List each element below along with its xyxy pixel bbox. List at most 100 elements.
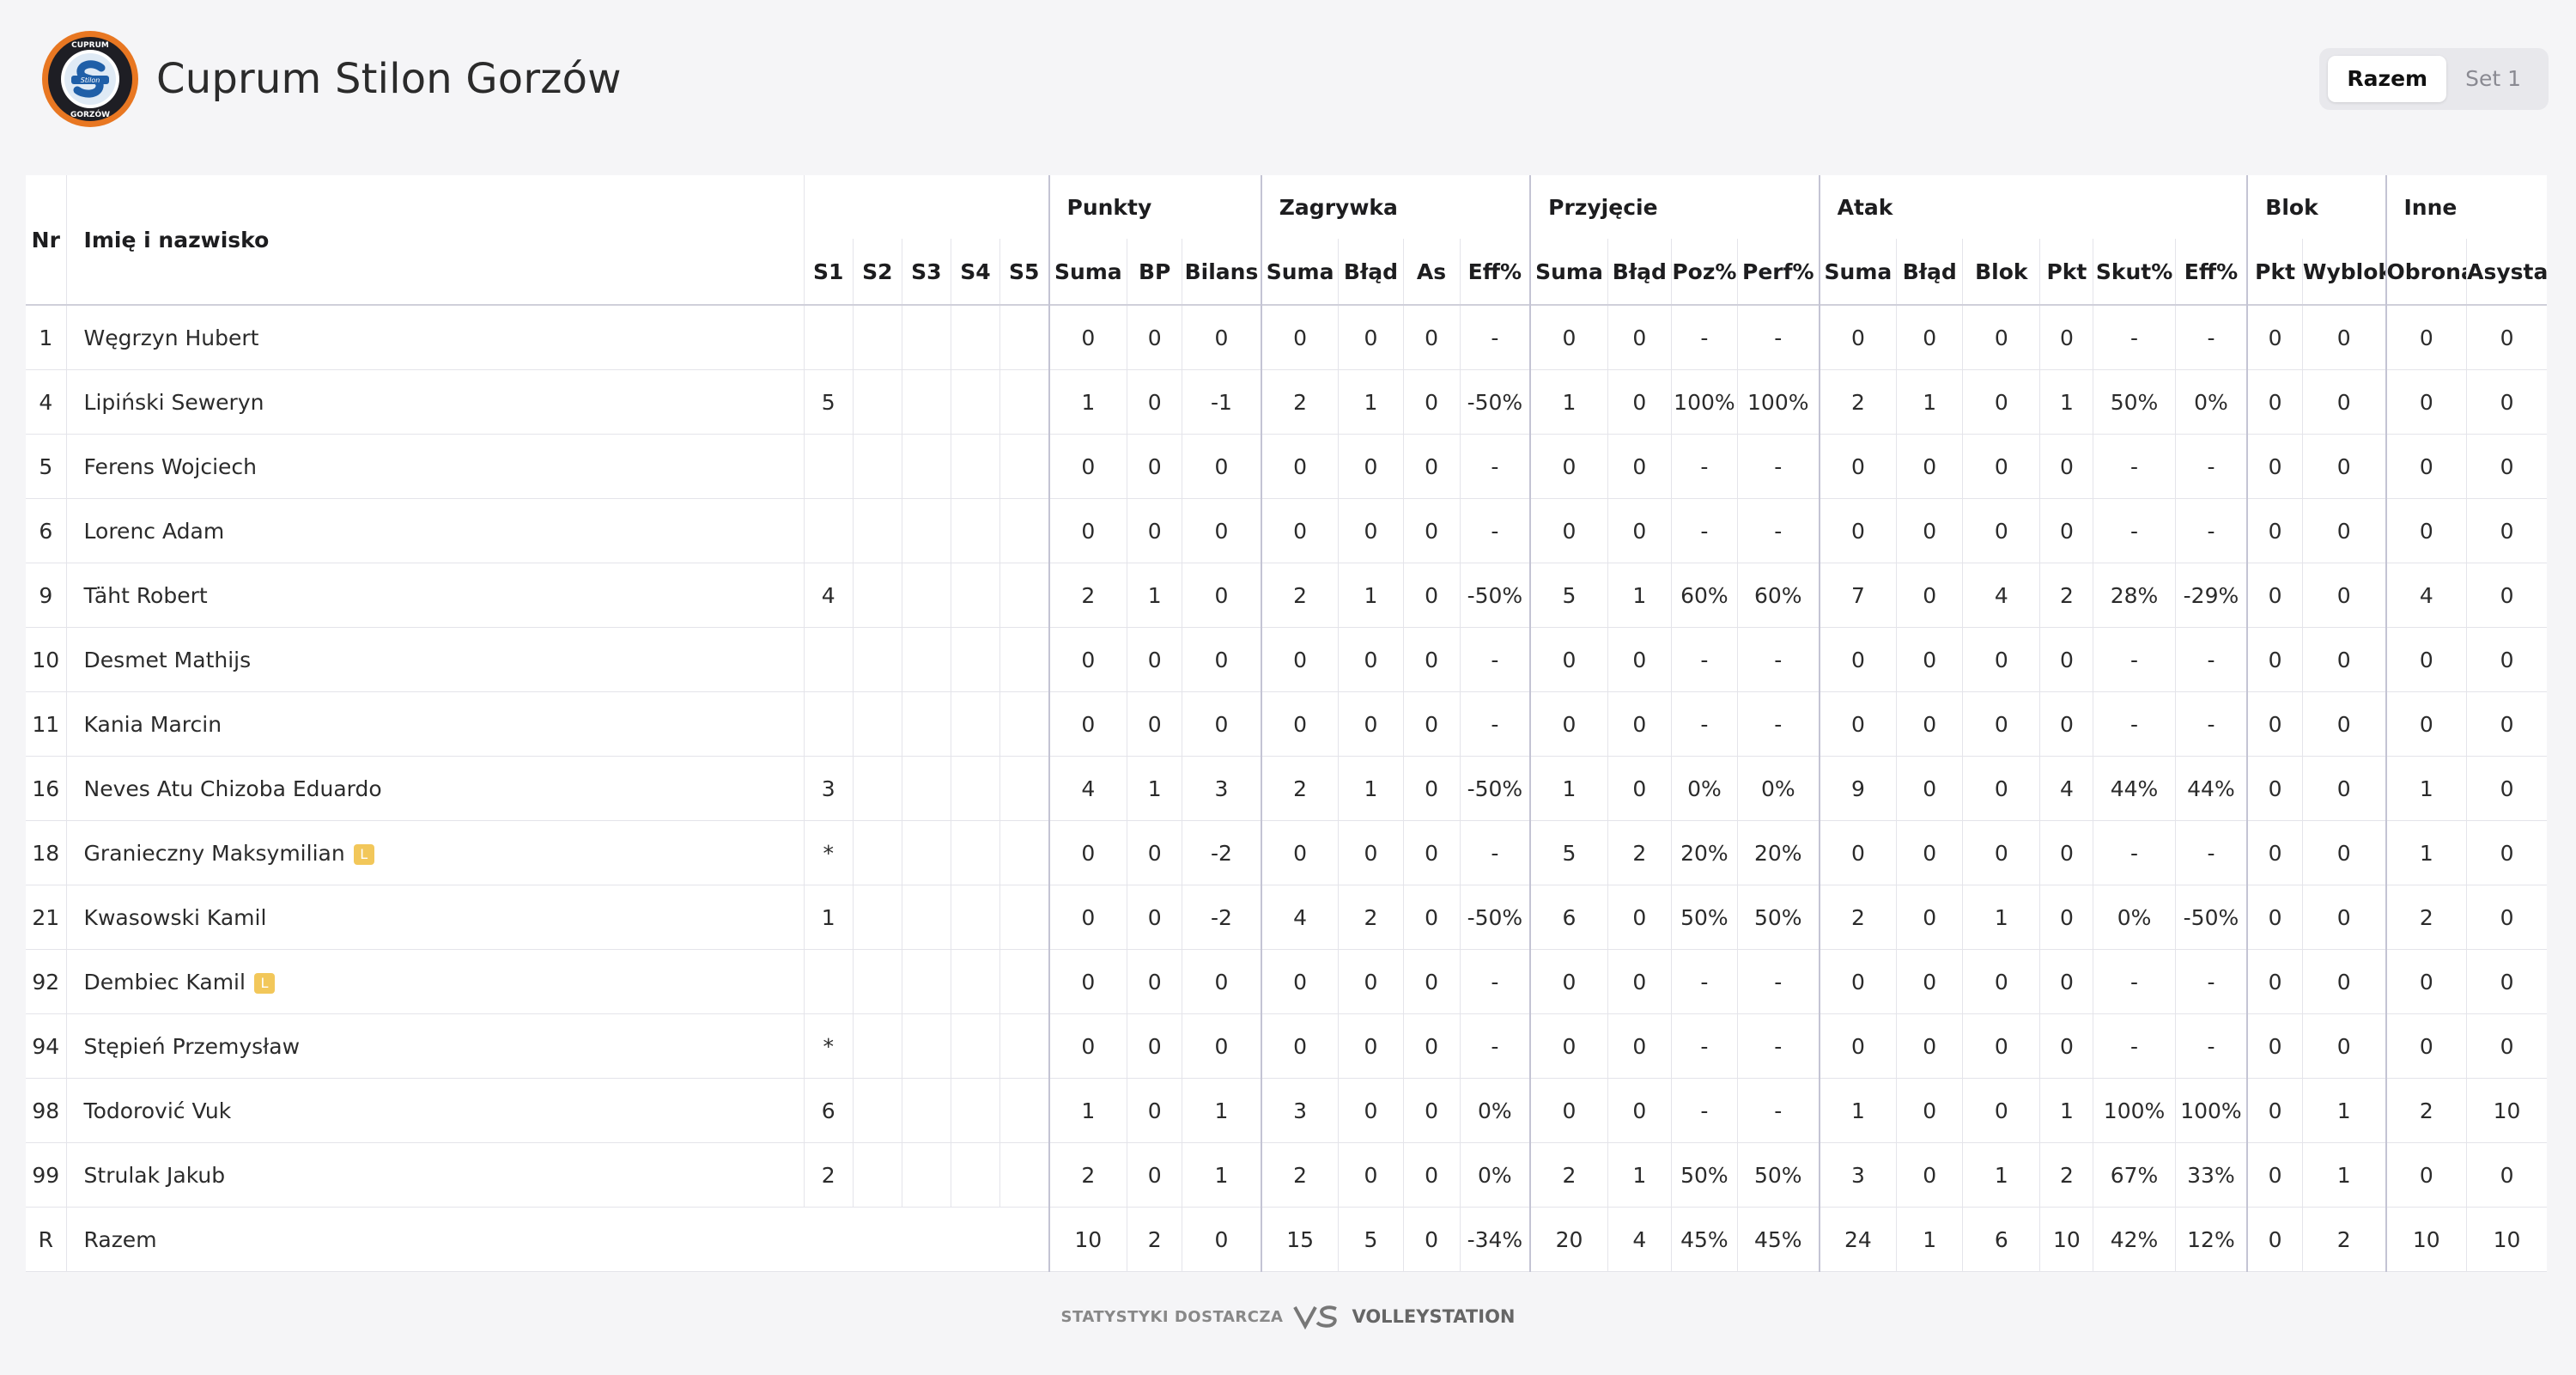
stat-cell: -: [2093, 627, 2176, 692]
stat-cell: -: [1670, 304, 1738, 370]
stat-cell: [999, 756, 1049, 821]
stat-cell: 0: [1127, 1013, 1182, 1079]
stat-cell: 0: [1048, 691, 1127, 757]
stat-cell: 0: [1048, 627, 1127, 692]
player-name: Ferens Wojciech: [83, 453, 258, 479]
stat-cell: 0: [1048, 949, 1127, 1014]
stat-cell: 1: [1127, 756, 1182, 821]
col-header: Błąd: [1338, 239, 1403, 305]
stat-cell: 0: [2301, 627, 2386, 692]
col-header: Błąd: [1607, 239, 1672, 305]
team-header: Stilon CUPRUM GORZÓW Cuprum Stilon Gorzó…: [41, 26, 622, 132]
stat-cell: 0: [1402, 434, 1461, 499]
player-number: 16: [26, 756, 67, 821]
stat-cell: -: [2174, 691, 2248, 757]
stat-cell: [901, 1013, 951, 1079]
stat-cell: 0: [1402, 627, 1461, 692]
stat-cell: [901, 304, 951, 370]
stat-cell: 0: [2385, 627, 2467, 692]
stat-cell: -: [1459, 949, 1531, 1014]
stat-cell: 0: [1402, 691, 1461, 757]
stat-cell: 67%: [2093, 1142, 2176, 1208]
stat-cell: -: [1736, 498, 1820, 563]
stat-cell: 0: [1260, 434, 1339, 499]
tab-set-1[interactable]: Set 1: [2446, 56, 2540, 102]
stat-cell: 0: [1818, 820, 1897, 885]
stat-cell: 0: [1962, 949, 2040, 1014]
stat-cell: -: [1736, 1078, 1820, 1143]
stat-cell: 0: [2301, 756, 2386, 821]
stat-cell: 0: [1127, 434, 1182, 499]
player-name: Neves Atu Chizoba Eduardo: [83, 776, 382, 801]
stat-cell: 0: [1896, 627, 1963, 692]
stat-cell: 1: [1962, 885, 2040, 950]
stat-cell: 1: [1182, 1078, 1261, 1143]
table-row: 9 Täht Robert 4 2 1 0 2 1 0 -50% 5 1 60% 60% 7 0 4 2 28% -2…: [26, 563, 2547, 628]
tab-razem[interactable]: Razem: [2328, 56, 2447, 102]
stat-cell: 5: [1529, 820, 1608, 885]
stat-cell: 2: [1607, 820, 1672, 885]
footer-provided-by: STATYSTYKI DOSTARCZA: [1060, 1307, 1284, 1326]
stat-cell: 0: [1338, 627, 1403, 692]
player-name-cell: Täht Robert: [65, 563, 805, 628]
stat-cell: 0: [2466, 304, 2547, 370]
stat-cell: 0: [1818, 949, 1897, 1014]
stat-cell: -: [1670, 691, 1738, 757]
total-cell: 15: [1260, 1207, 1339, 1272]
stat-cell: [901, 1142, 951, 1208]
stat-cell: 0: [2466, 369, 2547, 435]
stat-cell: 2: [1260, 563, 1339, 628]
stat-cell: 0: [1338, 434, 1403, 499]
total-cell: 10: [1048, 1207, 1127, 1272]
total-cell: 10: [2466, 1207, 2547, 1272]
col-header: Poz%: [1670, 239, 1738, 305]
table-row: 18 Granieczny Maksymilian L * 0 0 -2 0 0 0-5 2 20% 2…: [26, 820, 2547, 885]
team-logo: Stilon CUPRUM GORZÓW: [42, 31, 138, 127]
stat-cell: 0: [1127, 949, 1182, 1014]
col-header: Bilans: [1182, 239, 1261, 305]
stat-cell: 60%: [1736, 563, 1820, 628]
stat-cell: -: [1459, 820, 1531, 885]
col-header: Pkt: [2039, 239, 2093, 305]
col-header: Suma: [1260, 239, 1339, 305]
stat-cell: -: [1670, 949, 1738, 1014]
table-body: 1 Węgrzyn Hubert 0 0 0 0 0 0-0 0- -0 0 0 0- -0 0 0 0 4 Lip…: [26, 304, 2547, 1272]
stat-cell: [852, 498, 902, 563]
col-header: Suma: [1048, 239, 1127, 305]
player-name-cell: Ferens Wojciech: [65, 434, 805, 499]
stats-table: Nr Imię i nazwisko Punkty Zagrywka Przyj…: [26, 175, 2547, 1272]
stat-cell: 0: [1529, 627, 1608, 692]
stat-cell: 0: [1402, 820, 1461, 885]
stat-cell: 0: [1818, 1013, 1897, 1079]
stat-cell: [950, 1013, 1000, 1079]
stat-cell: 0: [1182, 304, 1261, 370]
player-name: Strulak Jakub: [83, 1162, 226, 1188]
table-row: 11 Kania Marcin 0 0 0 0 0 0-0 0- -0 0 0 0- -0 0 0 0: [26, 691, 2547, 757]
stat-cell: 0: [2246, 1013, 2303, 1079]
total-cell: 10: [2385, 1207, 2467, 1272]
stat-cell: 20%: [1736, 820, 1820, 885]
stat-cell: 0: [1896, 1142, 1963, 1208]
stat-cell: 0: [1529, 304, 1608, 370]
stat-cell: 0: [1896, 885, 1963, 950]
table-row: 6 Lorenc Adam 0 0 0 0 0 0-0 0- -0 0 0 0- -0 0 0 0: [26, 498, 2547, 563]
stat-cell: 0: [1048, 304, 1127, 370]
stat-cell: 0: [1182, 498, 1261, 563]
stat-cell: 0: [1048, 434, 1127, 499]
stat-cell: 0: [2301, 369, 2386, 435]
stat-cell: 0: [1962, 820, 2040, 885]
player-name-cell: Todorović Vuk: [65, 1078, 805, 1143]
stat-cell: -: [1459, 1013, 1531, 1079]
stat-cell: 0: [1127, 1078, 1182, 1143]
stat-cell: -: [1670, 434, 1738, 499]
stat-cell: 0: [1127, 498, 1182, 563]
col-header: S4: [950, 239, 1000, 305]
stat-cell: 2: [1818, 369, 1897, 435]
player-number: 18: [26, 820, 67, 885]
stat-cell: 0: [1338, 1078, 1403, 1143]
stat-cell: 0: [2246, 563, 2303, 628]
stat-cell: 2: [1260, 1142, 1339, 1208]
stat-cell: 0: [1896, 498, 1963, 563]
stat-cell: 0: [2246, 949, 2303, 1014]
player-number: 11: [26, 691, 67, 757]
